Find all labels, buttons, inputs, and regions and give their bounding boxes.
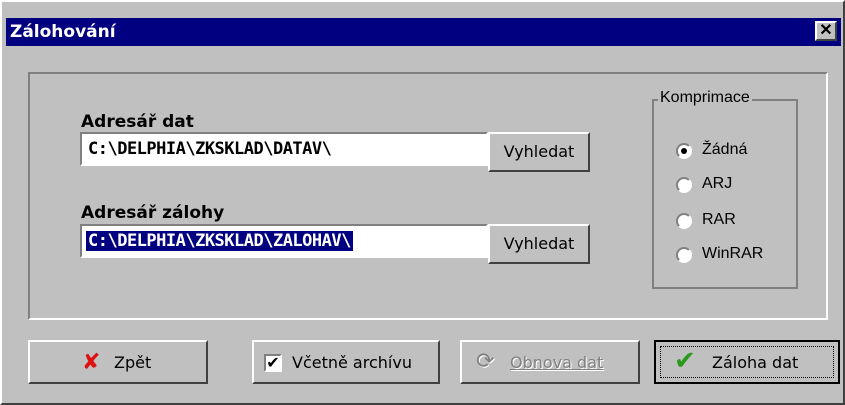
backup-dir-browse-button[interactable]: Vyhledat xyxy=(488,224,590,264)
include-archive-checkbox[interactable]: ✔ xyxy=(264,354,282,372)
red-x-icon: ✘ xyxy=(82,350,101,375)
restore-button[interactable]: ⟳ Obnova dat xyxy=(460,340,640,384)
include-archive-label: Včetně archívu xyxy=(292,353,412,372)
back-label: Zpět xyxy=(114,353,152,372)
backup-dir-value: C:\DELPHIA\ZKSKLAD\ZALOHAV\ xyxy=(86,231,353,251)
data-dir-browse-button[interactable]: Vyhledat xyxy=(488,132,590,172)
green-check-icon: ✔ xyxy=(674,346,696,376)
data-dir-field[interactable]: C:\DELPHIA\ZKSKLAD\DATAV\ xyxy=(80,132,488,166)
radio-winrar-label: WinRAR xyxy=(702,245,764,262)
backup-label: Záloha dat xyxy=(712,353,799,372)
close-button[interactable]: ✕ xyxy=(815,21,837,41)
back-button[interactable]: ✘ Zpět xyxy=(28,340,208,384)
data-dir-value: C:\DELPHIA\ZKSKLAD\DATAV\ xyxy=(88,139,332,159)
compression-title: Komprimace xyxy=(658,89,752,107)
close-icon: ✕ xyxy=(819,22,833,39)
compression-group: Komprimace Žádná ARJ RAR WinRAR xyxy=(652,89,798,289)
backup-dir-label: Adresář zálohy xyxy=(81,203,225,223)
backup-dir-browse-label: Vyhledat xyxy=(503,234,575,253)
backup-dialog: Zálohování ✕ Adresář dat C:\DELPHIA\ZKSK… xyxy=(0,0,845,405)
radio-arj-label: ARJ xyxy=(702,175,733,192)
refresh-icon: ⟳ xyxy=(476,349,495,374)
include-archive-toggle[interactable]: ✔ Včetně archívu xyxy=(252,340,440,384)
data-dir-label: Adresář dat xyxy=(81,112,194,132)
radio-rar-label: RAR xyxy=(702,211,736,228)
radio-none-label: Žádná xyxy=(702,141,748,158)
radio-dot xyxy=(681,148,687,154)
window-title: Zálohování xyxy=(10,22,116,42)
data-dir-browse-label: Vyhledat xyxy=(503,142,575,161)
radio-circle xyxy=(676,247,692,263)
backup-dir-field[interactable]: C:\DELPHIA\ZKSKLAD\ZALOHAV\ xyxy=(80,224,488,258)
radio-circle xyxy=(676,143,692,159)
title-bar: Zálohování ✕ xyxy=(6,18,841,46)
radio-circle xyxy=(676,213,692,229)
radio-circle xyxy=(676,177,692,193)
backup-button[interactable]: ✔ Záloha dat xyxy=(654,340,840,384)
restore-label: Obnova dat xyxy=(510,353,604,372)
